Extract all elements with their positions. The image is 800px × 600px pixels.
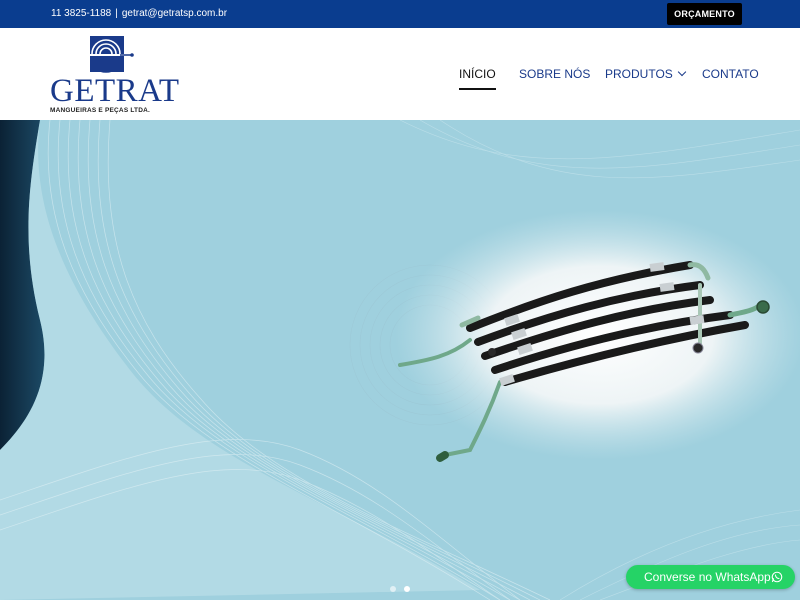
logo-wordmark: GETRAT bbox=[50, 73, 180, 109]
quote-button[interactable]: ORÇAMENTO bbox=[667, 3, 742, 25]
nav-item-contato[interactable]: CONTATO bbox=[702, 66, 759, 82]
logo-mark-icon bbox=[90, 36, 134, 73]
nav-item-sobre-nos[interactable]: SOBRE NÓS bbox=[519, 66, 590, 82]
nav-item-label: INÍCIO bbox=[459, 67, 496, 81]
nav-item-label: SOBRE NÓS bbox=[519, 67, 591, 81]
site-logo[interactable]: GETRAT MANGUEIRAS E PEÇAS LTDA. bbox=[50, 36, 180, 114]
whatsapp-chat-button[interactable]: Converse no WhatsApp bbox=[626, 565, 795, 589]
contact-separator: | bbox=[115, 8, 118, 19]
logo-tagline: MANGUEIRAS E PEÇAS LTDA. bbox=[50, 107, 151, 114]
whatsapp-button-label: Converse no WhatsApp bbox=[644, 570, 771, 584]
site-header: GETRAT MANGUEIRAS E PEÇAS LTDA. INÍCIO S… bbox=[0, 28, 800, 120]
phone-number[interactable]: 11 3825-1188 bbox=[51, 8, 111, 19]
top-bar: 11 3825-1188 | getrat@getratsp.com.br ORÇA… bbox=[0, 0, 800, 28]
hero-slider bbox=[0, 120, 800, 600]
email-link[interactable]: getrat@getratsp.com.br bbox=[122, 8, 227, 19]
chevron-down-icon bbox=[677, 67, 687, 77]
nav-item-label: CONTATO bbox=[702, 67, 759, 81]
nav-item-inicio[interactable]: INÍCIO bbox=[459, 66, 496, 90]
slider-dot-1[interactable] bbox=[390, 586, 396, 592]
nav-item-label: PRODUTOS bbox=[605, 67, 673, 81]
whatsapp-icon bbox=[771, 571, 783, 583]
slider-dot-2[interactable] bbox=[404, 586, 410, 592]
hero-image bbox=[0, 120, 800, 600]
contact-info: 11 3825-1188 | getrat@getratsp.com.br bbox=[51, 0, 227, 28]
active-nav-indicator bbox=[459, 88, 496, 90]
nav-item-produtos[interactable]: PRODUTOS bbox=[605, 66, 687, 82]
